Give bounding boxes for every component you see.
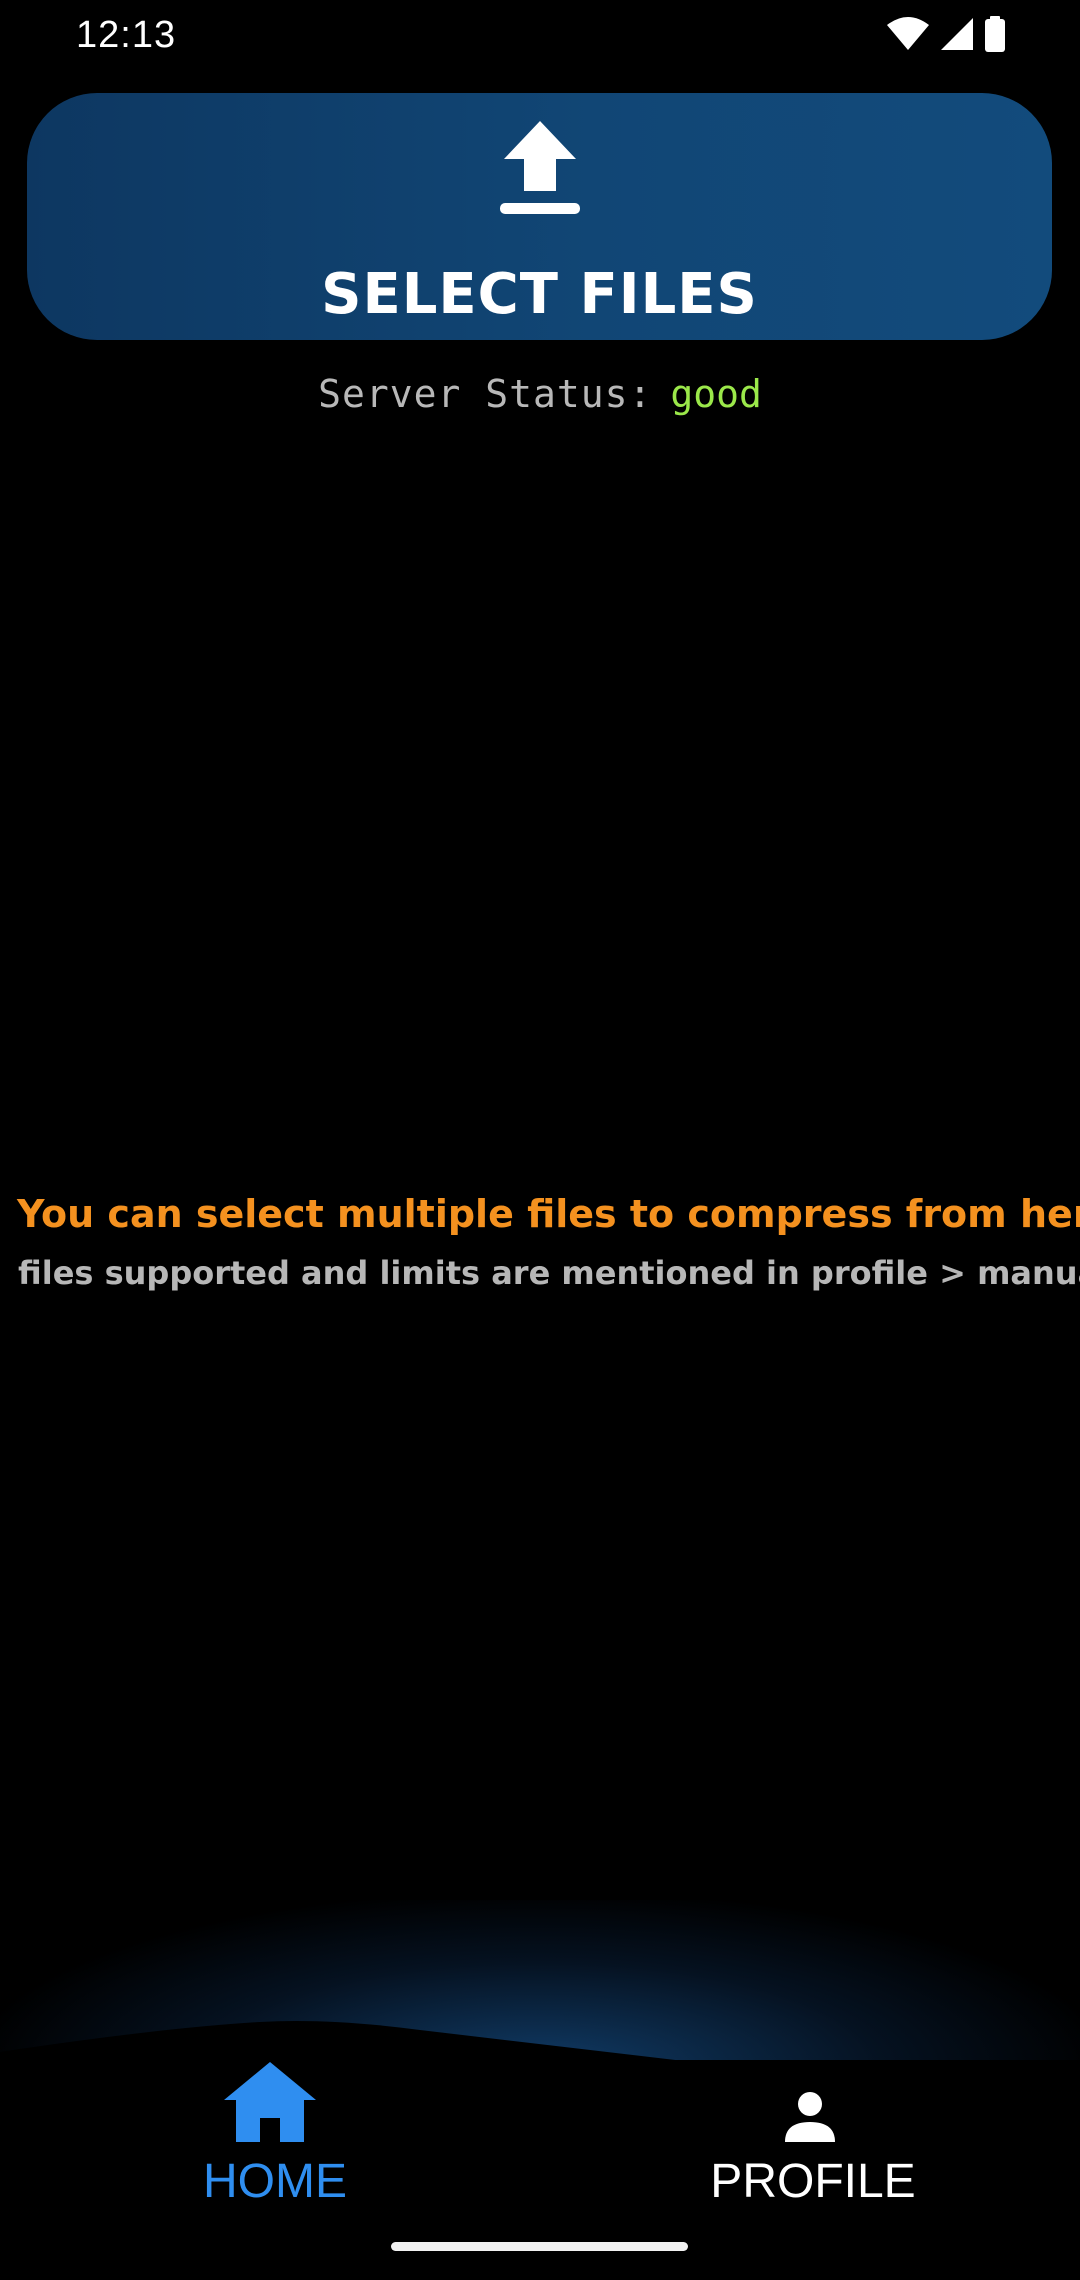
upload-icon bbox=[500, 121, 580, 214]
nav-item-profile[interactable]: PROFILE bbox=[540, 2060, 1080, 2250]
nav-label-home: HOME bbox=[203, 2155, 347, 2208]
home-icon bbox=[224, 2062, 316, 2142]
server-status-value: good bbox=[670, 372, 762, 416]
battery-icon bbox=[985, 16, 1005, 52]
status-icons bbox=[886, 16, 1006, 52]
status-bar: 12:13 bbox=[0, 0, 1080, 70]
person-icon bbox=[785, 2092, 835, 2142]
nav-label-profile: PROFILE bbox=[710, 2155, 916, 2208]
info-secondary-text: files supported and limits are mentioned… bbox=[18, 1254, 1080, 1292]
signal-icon bbox=[941, 18, 973, 50]
select-files-label: SELECT FILES bbox=[321, 262, 758, 327]
wifi-icon bbox=[887, 17, 929, 50]
home-indicator[interactable] bbox=[391, 2242, 688, 2251]
info-primary-text: You can select multiple files to compres… bbox=[17, 1192, 1080, 1236]
server-status-label: Server Status: bbox=[318, 372, 653, 416]
nav-item-home[interactable]: HOME bbox=[0, 2060, 540, 2250]
status-time: 12:13 bbox=[76, 14, 177, 56]
server-status: Server Status: good bbox=[0, 372, 1080, 416]
